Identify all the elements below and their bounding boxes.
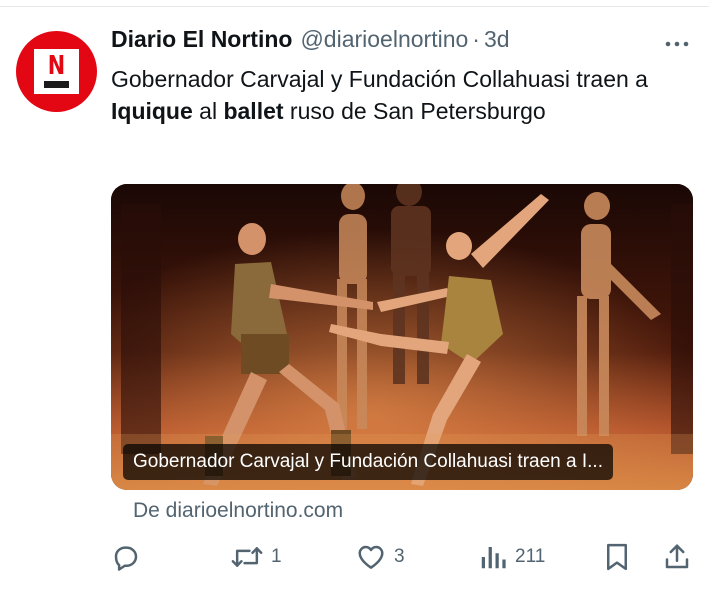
author-handle[interactable]: @diarioelnortino	[300, 26, 468, 53]
share-button[interactable]	[663, 540, 691, 574]
card-title: Gobernador Carvajal y Fundación Collahua…	[123, 444, 613, 480]
link-card[interactable]: Gobernador Carvajal y Fundación Collahua…	[111, 184, 693, 490]
author-name[interactable]: Diario El Nortino	[111, 26, 292, 53]
views-icon	[481, 547, 506, 569]
views-button[interactable]: 211	[479, 540, 545, 574]
heart-icon	[358, 545, 384, 569]
link-source[interactable]: De diarioelnortino.com	[133, 499, 343, 523]
retweet-count: 1	[271, 546, 282, 567]
hashtag-ballet: ballet	[223, 98, 284, 124]
retweet-icon	[231, 547, 263, 567]
bookmark-button[interactable]	[603, 540, 631, 574]
retweet-button[interactable]: 1	[231, 540, 282, 574]
like-count: 3	[394, 546, 405, 567]
divider	[0, 6, 709, 7]
separator: ·	[472, 26, 480, 52]
more-icon[interactable]	[663, 34, 691, 54]
views-count: 211	[515, 546, 546, 567]
tweet-header: Diario El Nortino @diarioelnortino · 3d	[111, 26, 683, 60]
avatar-letter: N	[47, 51, 66, 81]
hashtag-iquique: Iquique	[111, 98, 193, 124]
timestamp[interactable]: 3d	[484, 26, 510, 53]
action-bar: 1 3 211	[111, 540, 693, 574]
logo-icon: N	[34, 49, 79, 94]
reply-icon	[114, 546, 138, 571]
share-icon	[665, 544, 689, 569]
tweet-text: Gobernador Carvajal y Fundación Collahua…	[111, 66, 648, 124]
reply-button[interactable]	[111, 540, 141, 574]
bookmark-icon	[607, 543, 627, 571]
avatar[interactable]: N	[16, 31, 97, 112]
like-button[interactable]: 3	[356, 540, 405, 574]
